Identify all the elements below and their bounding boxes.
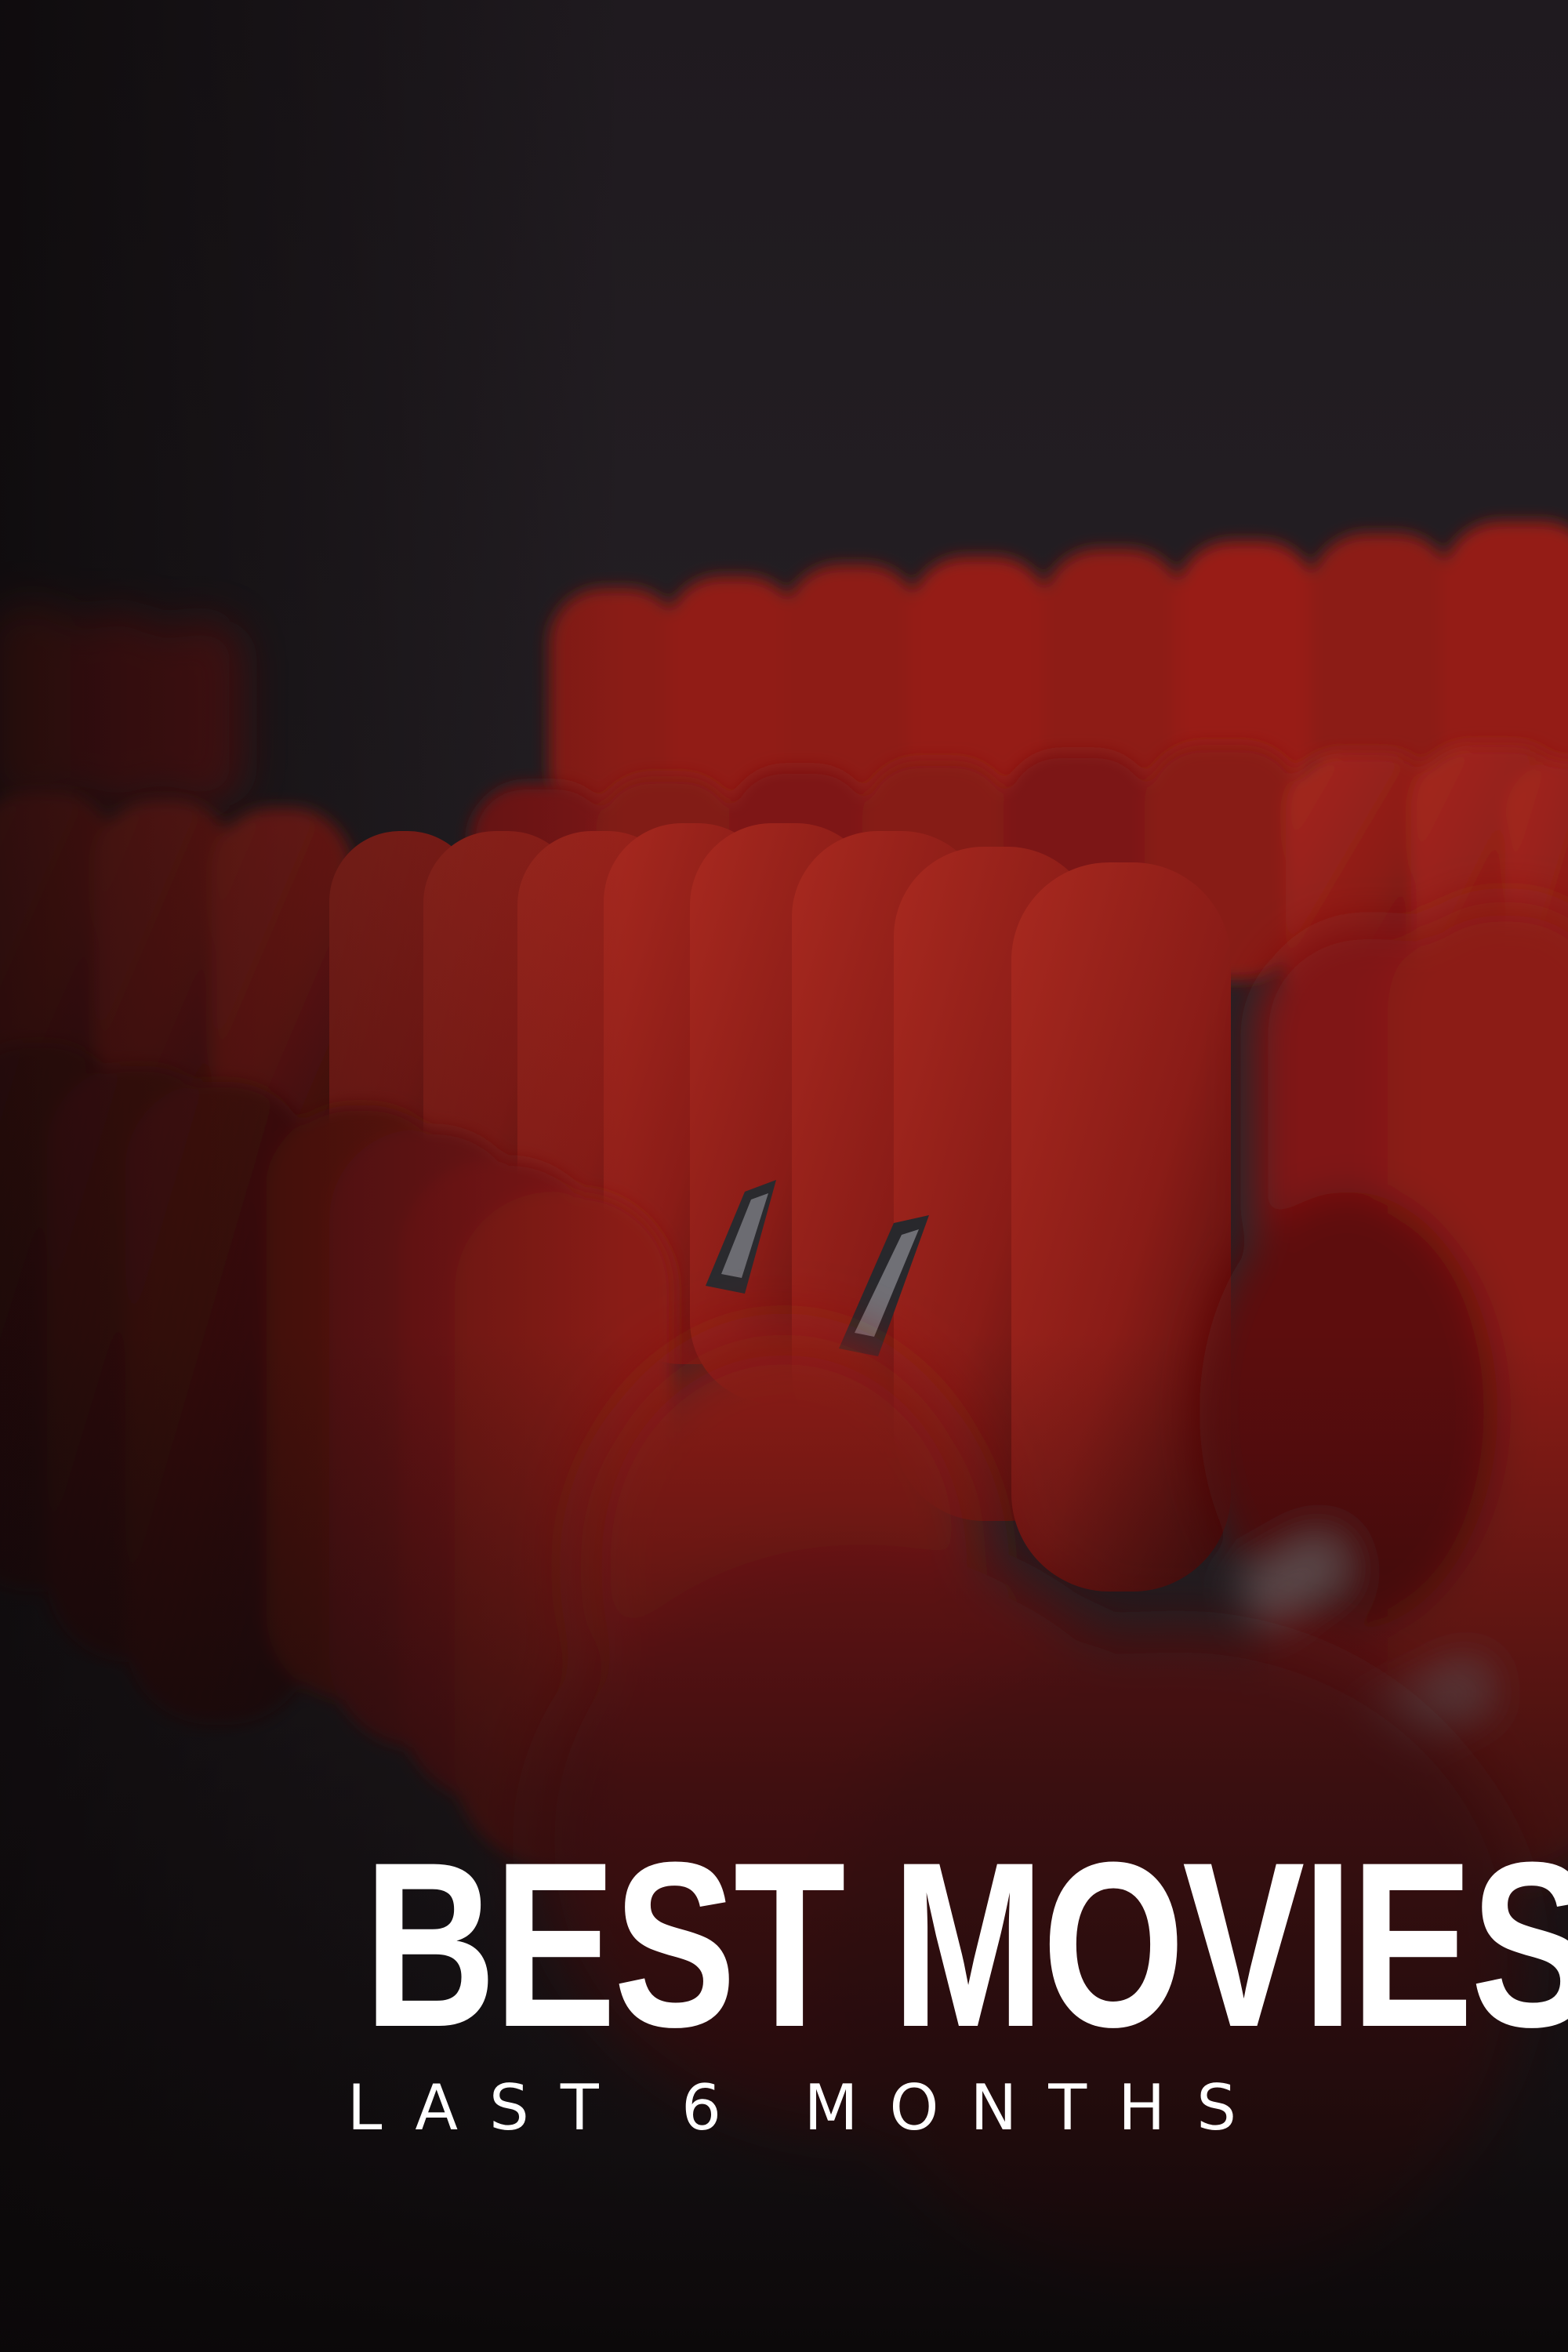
poster-title: BEST MOVIES [364, 1813, 1568, 2076]
poster-subtitle: LAST 6 MONTHS [347, 2071, 1269, 2144]
headline: BEST MOVIES LAST 6 MONTHS [243, 1813, 1568, 2144]
movie-poster: BEST MOVIES LAST 6 MONTHS [0, 0, 1568, 2352]
